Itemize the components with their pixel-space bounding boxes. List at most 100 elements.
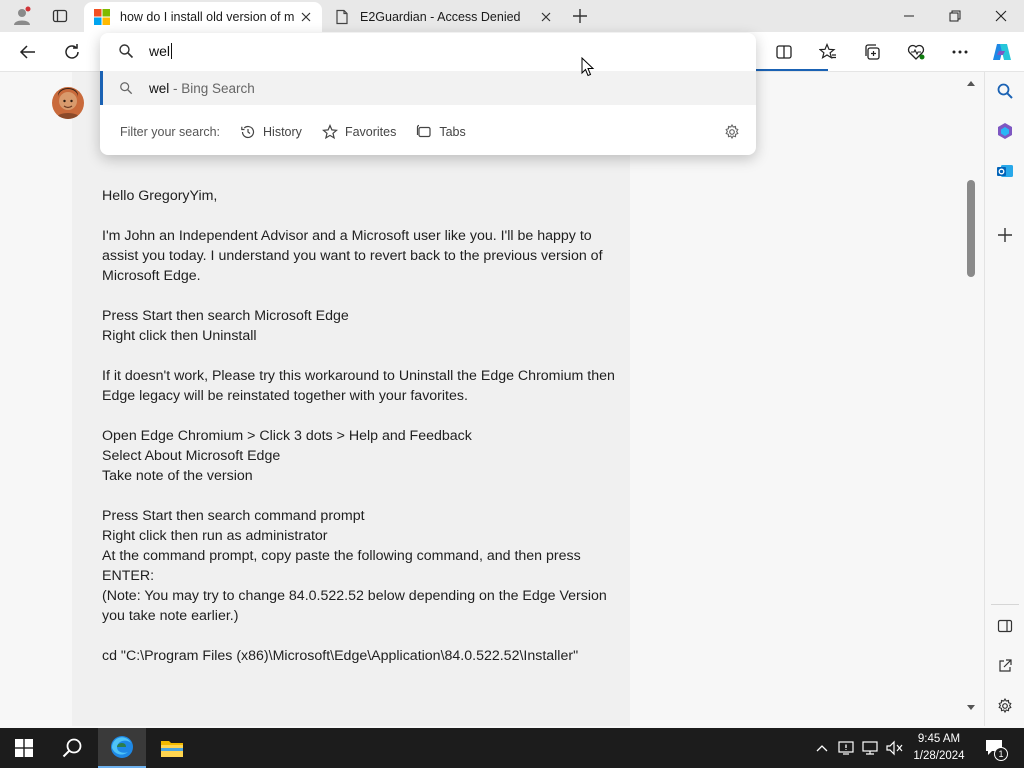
clock-time: 9:45 AM (917, 733, 961, 745)
workspaces-button[interactable] (42, 0, 78, 32)
profile-button[interactable] (4, 0, 40, 32)
gear-icon (725, 123, 739, 140)
search-filter-bar: Filter your search: History Favorites Ta… (100, 115, 756, 149)
gear-icon (998, 698, 1012, 714)
search-suggestion[interactable]: wel - Bing Search (100, 71, 756, 105)
taskbar-file-explorer-button[interactable] (148, 728, 196, 768)
edge-sidebar (984, 72, 1024, 726)
search-icon (997, 83, 1013, 99)
filter-favorites-label: Favorites (344, 125, 397, 139)
show-hidden-icons-button[interactable] (812, 728, 832, 768)
tab-actions-icon (52, 9, 68, 23)
settings-more-button[interactable] (944, 36, 976, 68)
tray-network-button[interactable] (860, 728, 880, 768)
close-window-button[interactable] (978, 0, 1024, 32)
close-tab-icon[interactable] (298, 9, 314, 25)
filter-tabs-label: Tabs (439, 125, 466, 139)
browser-essentials-button[interactable] (900, 36, 932, 68)
avatar[interactable] (52, 87, 84, 119)
favorites-star-icon (819, 43, 836, 59)
plus-icon (998, 228, 1012, 242)
sidebar-copilot-button[interactable] (990, 116, 1020, 146)
tab-title: how do I install old version of m (120, 10, 295, 24)
suggestion-engine: - Bing Search (169, 80, 255, 96)
restore-button[interactable] (932, 0, 978, 32)
tray-volume-button[interactable] (884, 728, 906, 768)
collections-icon (865, 44, 880, 60)
favorites-button[interactable] (812, 36, 844, 68)
clock-date: 1/28/2024 (913, 750, 965, 762)
hide-sidebar-button[interactable] (990, 611, 1020, 641)
search-icon (62, 738, 82, 758)
heart-pulse-icon (907, 44, 925, 60)
post-paragraph: I'm John an Independent Advisor and a Mi… (102, 228, 607, 284)
microsoft-logo-icon (94, 9, 110, 25)
filter-label: Filter your search: (120, 125, 221, 139)
address-input[interactable]: wel (100, 33, 756, 69)
taskbar-search-button[interactable] (48, 728, 96, 768)
post-paragraph: Press Start then search Microsoft Edge R… (102, 308, 349, 344)
close-icon (995, 10, 1007, 22)
tray-security-button[interactable] (836, 728, 856, 768)
collections-button[interactable] (856, 36, 888, 68)
tab-active[interactable]: how do I install old version of m (84, 2, 322, 32)
post-paragraph: cd "C:\Program Files (x86)\Microsoft\Edg… (102, 648, 579, 664)
refresh-icon (65, 44, 79, 59)
text-cursor (171, 43, 173, 59)
close-tab-icon[interactable] (538, 9, 554, 25)
monitor-alert-icon (838, 741, 854, 755)
sidebar-add-button[interactable] (990, 220, 1020, 250)
split-screen-button[interactable] (768, 36, 800, 68)
network-icon (862, 741, 878, 755)
profile-icon (14, 6, 31, 25)
filter-history[interactable]: History (240, 124, 302, 140)
outlook-icon (997, 165, 1013, 177)
windows-logo-icon (15, 739, 33, 757)
title-bar: how do I install old version of m E2Guar… (0, 0, 1024, 32)
taskbar-clock[interactable]: 9:45 AM 1/28/2024 (906, 731, 972, 765)
sidebar-search-button[interactable] (990, 76, 1020, 106)
taskbar-edge-button[interactable] (98, 728, 146, 768)
refresh-button[interactable] (56, 36, 88, 68)
star-icon (321, 124, 338, 140)
filter-history-label: History (263, 125, 302, 139)
sidebar-panel-icon (997, 619, 1013, 633)
taskbar: 9:45 AM 1/28/2024 1 (0, 728, 1024, 768)
back-button[interactable] (12, 36, 44, 68)
more-dots-icon (952, 50, 968, 54)
notification-center-button[interactable]: 1 (980, 728, 1010, 768)
external-link-icon (999, 659, 1012, 672)
sidebar-outlook-button[interactable] (990, 156, 1020, 186)
page-icon (334, 9, 350, 25)
edge-browser-icon (111, 736, 133, 758)
restore-icon (949, 10, 961, 22)
back-arrow-icon (19, 45, 35, 59)
minimize-button[interactable] (886, 0, 932, 32)
search-settings-button[interactable] (724, 123, 740, 140)
post-paragraph: If it doesn't work, Please try this work… (102, 368, 619, 404)
search-icon (120, 82, 133, 95)
suggestion-term: wel (149, 80, 170, 96)
copilot-button[interactable] (986, 36, 1018, 68)
page-scrollbar[interactable] (962, 72, 980, 726)
tab-inactive[interactable]: E2Guardian - Access Denied (326, 2, 562, 32)
copilot-icon (993, 44, 1011, 60)
page-load-indicator (756, 69, 828, 71)
sidebar-settings-button[interactable] (990, 691, 1020, 721)
post-paragraph: Hello GregoryYim, (102, 188, 218, 204)
shopping-icon (998, 123, 1012, 139)
post-paragraph: Press Start then search command prompt R… (102, 508, 607, 624)
scrollbar-thumb[interactable] (967, 180, 975, 277)
address-input-text: wel (149, 43, 171, 59)
answer-body: Hello GregoryYim, I'm John an Independen… (102, 186, 622, 686)
volume-muted-icon (886, 740, 903, 756)
open-external-button[interactable] (990, 651, 1020, 681)
mouse-cursor (581, 56, 595, 77)
plus-icon (573, 9, 587, 23)
filter-tabs[interactable]: Tabs (416, 124, 466, 140)
sidebar-divider (991, 604, 1019, 605)
minimize-icon (904, 15, 914, 17)
start-button[interactable] (0, 728, 48, 768)
new-tab-button[interactable] (562, 0, 598, 32)
filter-favorites[interactable]: Favorites (321, 124, 397, 140)
